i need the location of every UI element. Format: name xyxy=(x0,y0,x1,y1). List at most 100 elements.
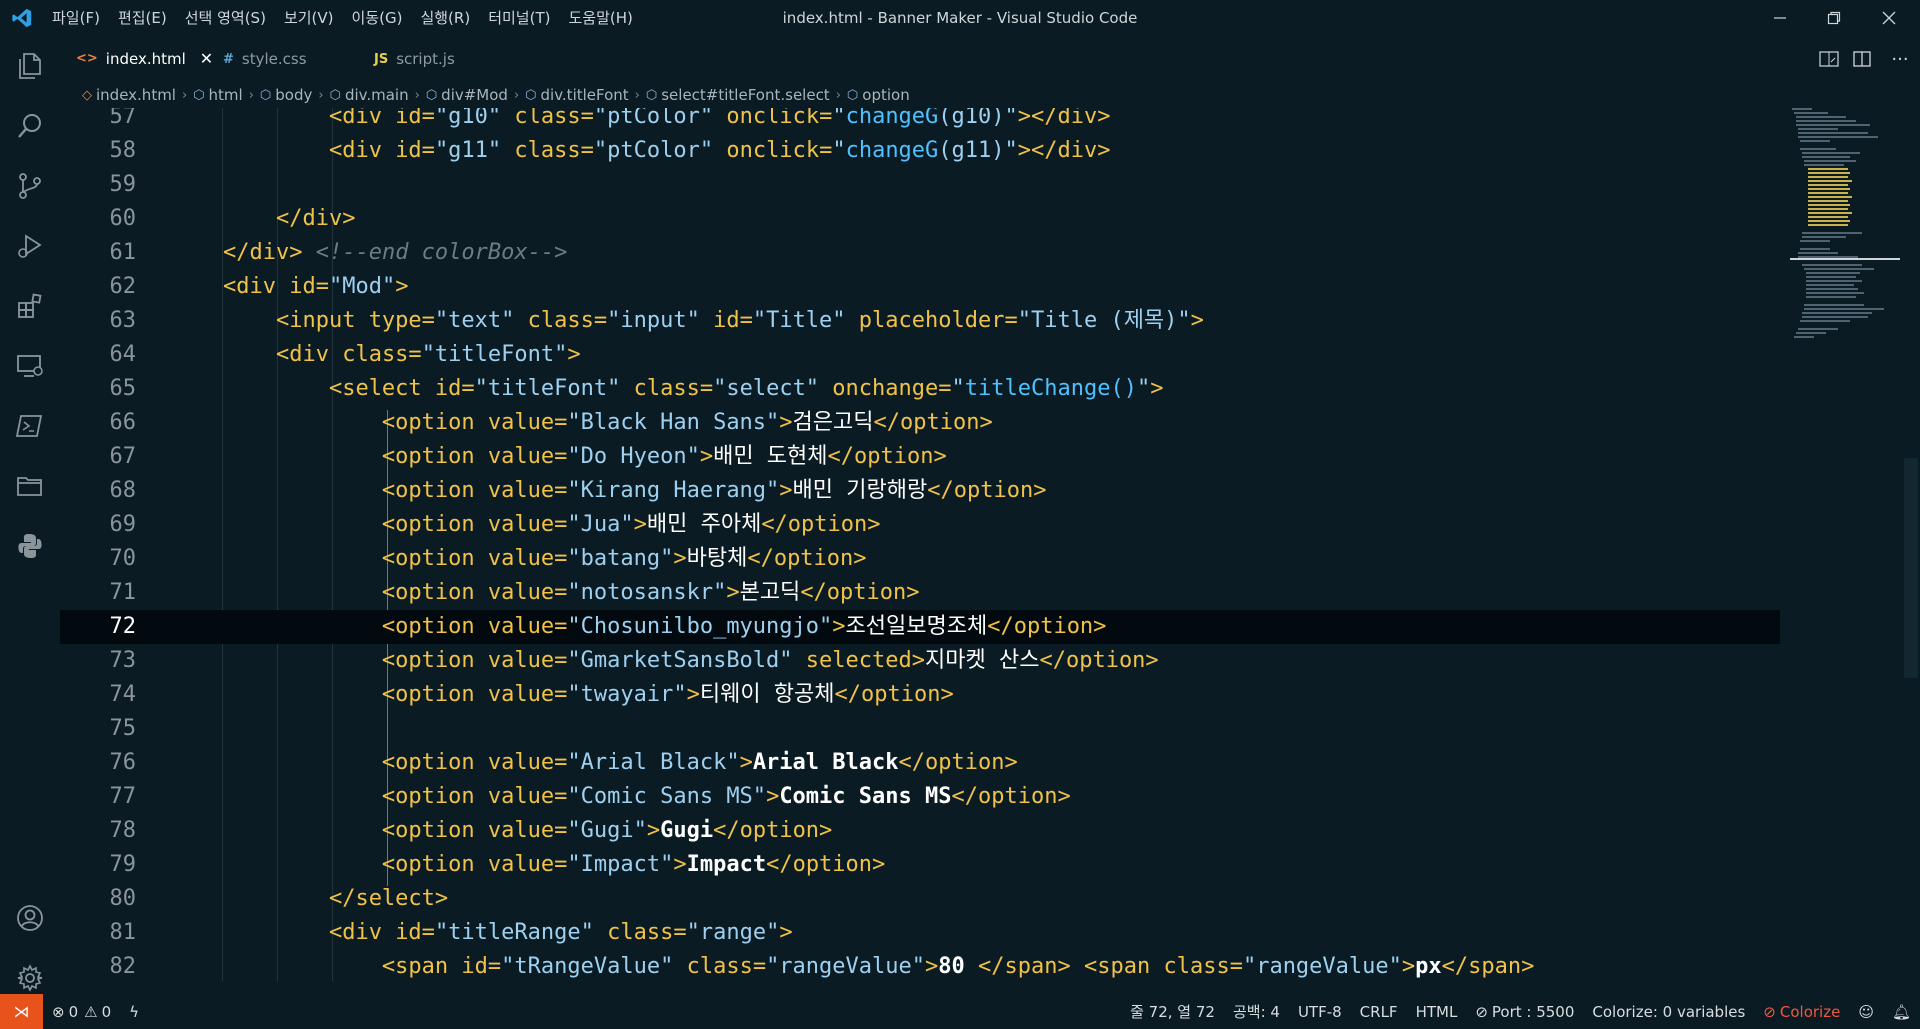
colorize-label: Colorize xyxy=(1779,1002,1841,1021)
colorize-variables[interactable]: Colorize: 0 variables xyxy=(1583,1003,1754,1021)
code-token: "select" xyxy=(713,376,820,401)
menu-item[interactable]: 터미널(T) xyxy=(479,0,559,36)
menu-item[interactable]: 파일(F) xyxy=(43,0,109,36)
code-line[interactable]: 59 xyxy=(60,168,1780,202)
code-line[interactable]: 75 xyxy=(60,712,1780,746)
code-line[interactable]: 73 <option value="GmarketSansBold" selec… xyxy=(60,644,1780,678)
code-line[interactable]: 82 <span id="tRangeValue" class="rangeVa… xyxy=(60,950,1780,981)
menu-item[interactable]: 보기(V) xyxy=(275,0,343,36)
indentation[interactable]: 공백: 4 xyxy=(1224,1001,1289,1022)
code-line[interactable]: 71 <option value="notosanskr">본고딕</optio… xyxy=(60,576,1780,610)
breadcrumb-item[interactable]: ⬡ select#titleFont.select xyxy=(646,86,830,104)
code-token: </div> xyxy=(222,240,303,265)
code-token: id= xyxy=(289,274,329,299)
settings-gear-icon[interactable] xyxy=(14,962,46,994)
terminal-icon[interactable] xyxy=(14,410,46,442)
encoding[interactable]: UTF-8 xyxy=(1289,1003,1351,1021)
menu-item[interactable]: 실행(R) xyxy=(411,0,479,36)
minimap[interactable] xyxy=(1790,108,1900,981)
menu-item[interactable]: 도움말(H) xyxy=(559,0,641,36)
code-line[interactable]: 63 <input type="text" class="input" id="… xyxy=(60,304,1780,338)
menu-item[interactable]: 편집(E) xyxy=(109,0,176,36)
breadcrumb-item[interactable]: ⬡ div#Mod xyxy=(426,86,508,104)
code-line[interactable]: 62 <div id="Mod"> xyxy=(60,270,1780,304)
code-line[interactable]: 77 <option value="Comic Sans MS">Comic S… xyxy=(60,780,1780,814)
menu-item[interactable]: 이동(G) xyxy=(343,0,412,36)
breadcrumb-item[interactable]: ◇ index.html xyxy=(82,86,176,104)
code-text: </div> xyxy=(170,202,355,236)
code-line[interactable]: 65 <select id="titleFont" class="select"… xyxy=(60,372,1780,406)
code-token: "Kirang Haerang" xyxy=(567,478,780,503)
open-preview-icon[interactable] xyxy=(1814,51,1844,67)
split-editor-icon[interactable] xyxy=(1844,51,1880,67)
code-token: selected xyxy=(792,648,912,673)
code-line[interactable]: 70 <option value="batang">바탕체</option> xyxy=(60,542,1780,576)
code-token: "Title (제목)" xyxy=(1017,308,1191,333)
code-line[interactable]: 67 <option value="Do Hyeon">배민 도현체</opti… xyxy=(60,440,1780,474)
close-window-button[interactable] xyxy=(1866,0,1912,36)
code-line[interactable]: 68 <option value="Kirang Haerang">배민 기랑해… xyxy=(60,474,1780,508)
problems-indicator[interactable]: ⊗ 0 ⚠ 0 xyxy=(43,1003,120,1021)
language-mode[interactable]: HTML xyxy=(1407,1003,1467,1021)
breadcrumb-item[interactable]: ⬡ body xyxy=(260,86,312,104)
remote-explorer-icon[interactable] xyxy=(14,350,46,382)
cursor-position[interactable]: 줄 72, 열 72 xyxy=(1121,1001,1224,1022)
feedback-button[interactable]: ☺ xyxy=(1849,1003,1883,1021)
code-token: class= xyxy=(342,342,422,367)
restore-button[interactable] xyxy=(1811,0,1857,36)
tab-style-css[interactable]: # style.css xyxy=(207,36,358,82)
vscode-logo-icon xyxy=(12,8,32,28)
more-actions-icon[interactable]: ··· xyxy=(1880,49,1920,70)
code-line[interactable]: 61 </div> <!--end colorBox--> xyxy=(60,236,1780,270)
notifications-button[interactable]: 🔔︎ xyxy=(1883,1003,1920,1021)
breadcrumb-item[interactable]: ⬡ option xyxy=(847,86,910,104)
extensions-icon[interactable] xyxy=(14,290,46,322)
code-line[interactable]: 66 <option value="Black Han Sans">검은고딕</… xyxy=(60,406,1780,440)
breadcrumb-item[interactable]: ⬡ html xyxy=(193,86,243,104)
remote-indicator[interactable]: ⋊ xyxy=(0,994,43,1029)
tab-script-js[interactable]: JS script.js xyxy=(358,36,508,82)
search-icon[interactable] xyxy=(14,110,46,142)
line-number: 69 xyxy=(109,512,137,537)
code-token: <option xyxy=(381,648,488,673)
colorize-button[interactable]: ⊘ Colorize xyxy=(1754,1003,1849,1021)
code-token: <option xyxy=(381,818,488,843)
code-line[interactable]: 78 <option value="Gugi">Gugi</option> xyxy=(60,814,1780,848)
code-token: > xyxy=(726,580,740,605)
folder-icon[interactable] xyxy=(14,470,46,502)
code-token: > xyxy=(646,818,661,843)
code-line[interactable]: 74 <option value="twayair">티웨이 항공체</opti… xyxy=(60,678,1780,712)
source-control-icon[interactable] xyxy=(14,170,46,202)
code-line[interactable]: 79 <option value="Impact">Impact</option… xyxy=(60,848,1780,882)
current-code-line[interactable]: 72 <option value="Chosunilbo_myungjo">조선… xyxy=(60,610,1780,644)
code-line[interactable]: 69 <option value="Jua">배민 주아체</option> xyxy=(60,508,1780,542)
breadcrumb-item[interactable]: ⬡ div.main xyxy=(330,86,409,104)
lightning-button[interactable]: ϟ xyxy=(120,1003,148,1021)
run-debug-icon[interactable] xyxy=(14,230,46,262)
code-line[interactable]: 81 <div id="titleRange" class="range"> xyxy=(60,916,1780,950)
code-line[interactable]: 76 <option value="Arial Black">Arial Bla… xyxy=(60,746,1780,780)
minimize-button[interactable] xyxy=(1757,0,1803,36)
editor-actions: ··· xyxy=(1814,36,1920,82)
vertical-scrollbar[interactable] xyxy=(1904,108,1918,981)
menu-item[interactable]: 선택 영역(S) xyxy=(176,0,275,36)
explorer-icon[interactable] xyxy=(14,50,46,82)
live-server-port[interactable]: ⊘ Port : 5500 xyxy=(1466,1003,1583,1021)
code-line[interactable]: 64 <div class="titleFont"> xyxy=(60,338,1780,372)
code-line[interactable]: 60 </div> xyxy=(60,202,1780,236)
code-editor[interactable]: 57 <div id="g10" class="ptColor" onclick… xyxy=(60,108,1780,981)
breadcrumb-separator-icon: › xyxy=(513,87,520,103)
tab-index-html[interactable]: <> index.html ✕ xyxy=(60,36,213,82)
code-line[interactable]: 57 <div id="g10" class="ptColor" onclick… xyxy=(60,108,1780,134)
code-line[interactable]: 58 <div id="g11" class="ptColor" onclick… xyxy=(60,134,1780,168)
breadcrumb-item[interactable]: ⬡ div.titleFont xyxy=(525,86,629,104)
end-of-line[interactable]: CRLF xyxy=(1351,1003,1407,1021)
code-token: "Mod" xyxy=(328,274,396,299)
code-token: 본고딕 xyxy=(739,580,801,605)
code-token: " xyxy=(832,138,846,163)
code-line[interactable]: 80 </select> xyxy=(60,882,1780,916)
css-file-icon: # xyxy=(223,51,234,67)
account-icon[interactable] xyxy=(14,902,46,934)
python-icon[interactable] xyxy=(14,530,46,562)
